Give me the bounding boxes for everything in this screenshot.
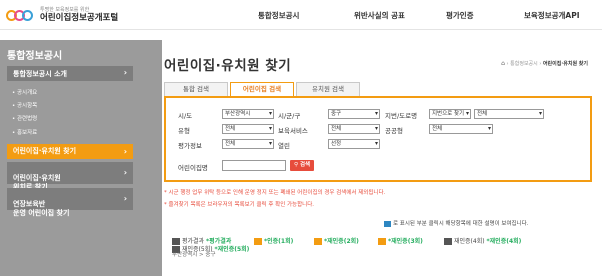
type-select[interactable]: 전체 ▾ xyxy=(222,124,274,134)
tab-kindergarten[interactable]: 유치원 검색 xyxy=(296,82,360,96)
badge-icon xyxy=(378,238,386,245)
badge-icon xyxy=(254,238,262,245)
chevron-right-icon: › xyxy=(123,194,127,203)
chevron-down-icon: ▾ xyxy=(538,110,542,117)
tab-integrated[interactable]: 통합 검색 xyxy=(164,82,228,96)
notice-excluded: * 시군 행정 업무 위탁 등으로 인해 운영 정지 또는 폐쇄된 어린이집의 … xyxy=(164,190,386,196)
legend-cert-2: *재인증(2회) xyxy=(314,236,359,245)
chevron-down-icon: ▾ xyxy=(465,110,469,117)
sido-select[interactable]: 부산광역시 ▾ xyxy=(222,109,274,119)
public-select[interactable]: 전체 ▾ xyxy=(429,124,493,134)
sidebar-title: 통합정보공시 xyxy=(7,51,63,62)
name-input[interactable] xyxy=(222,160,286,171)
sido-label: 시/도 xyxy=(178,112,193,120)
legend-cert-1: *인증(1회) xyxy=(254,236,293,245)
sidebar-main-item[interactable]: 통합정보공시 소개 › xyxy=(7,66,133,81)
sidebar-sub-laws[interactable]: • 관련법령 xyxy=(12,114,37,122)
global-nav: 통합정보공시 위반사실의 공표 평가인증 보육정보공개API xyxy=(0,10,602,22)
legend-hint: 로 표시된 부분 클릭시 해당항목에 대한 설명이 보여집니다. xyxy=(384,219,528,227)
sidebar-item-label: 어린이집·유치원 찾기 xyxy=(13,147,77,155)
info-marker-icon xyxy=(384,220,391,227)
sidebar-item-extended-care[interactable]: 연장보육반 운영 어린이집 찾기 › xyxy=(7,188,133,217)
notice-favorites: * 즐겨찾기 목록은 브라우저의 목록보기 클릭 후 확인 가능합니다. xyxy=(164,202,315,208)
nav-public-info[interactable]: 통합정보공시 xyxy=(258,10,299,21)
chevron-down-icon: ▾ xyxy=(374,125,378,132)
sidebar: 통합정보공시 통합정보공시 소개 › • 공시개요 • 공시항목 • 관련법령 … xyxy=(0,40,162,276)
chevron-down-icon: ▾ xyxy=(374,110,378,117)
nav-violation[interactable]: 위반사실의 공표 xyxy=(354,10,405,21)
road-detail-select[interactable]: 전체 ▾ xyxy=(474,109,544,119)
sigungu-select[interactable]: 중구 ▾ xyxy=(328,109,380,119)
chevron-down-icon: ▾ xyxy=(487,125,491,132)
sidebar-sub-promo[interactable]: • 홍보자료 xyxy=(12,128,37,136)
type-label: 유형 xyxy=(178,127,190,135)
chevron-down-icon: ▾ xyxy=(268,110,272,117)
eval-label: 평가정보 xyxy=(178,142,202,150)
eval-select[interactable]: 전체 ▾ xyxy=(222,139,274,149)
breadcrumb-item[interactable]: 통합정보공시 xyxy=(510,61,538,67)
chevron-down-icon: ▾ xyxy=(268,125,272,132)
sigungu-label: 시/군/구 xyxy=(278,112,301,120)
chevron-right-icon: › xyxy=(123,68,127,77)
open-select[interactable]: 선정 ▾ xyxy=(328,139,380,149)
chevron-down-icon: ▾ xyxy=(374,140,378,147)
chevron-down-icon: ▾ xyxy=(268,140,272,147)
sidebar-item-find[interactable]: 어린이집·유치원 찾기 › xyxy=(7,144,133,159)
tab-daycare[interactable]: 어린이집 검색 xyxy=(230,82,294,97)
sidebar-item-label: 연장보육반 운영 어린이집 찾기 xyxy=(13,200,70,217)
page-title: 어린이집·유치원 찾기 xyxy=(164,58,292,74)
chevron-right-icon: › xyxy=(123,146,127,156)
service-label: 보육서비스 xyxy=(278,127,308,135)
search-button[interactable]: ⚲ 검색 xyxy=(290,160,315,171)
sidebar-main-label: 통합정보공시 소개 xyxy=(13,70,67,78)
nav-accreditation[interactable]: 평가인증 xyxy=(446,10,474,21)
road-type-select[interactable]: 지번으로 찾기 ▾ xyxy=(429,109,471,119)
name-label: 어린이집명 xyxy=(178,164,208,172)
search-button-label: 검색 xyxy=(299,162,311,168)
search-icon: ⚲ xyxy=(294,162,299,168)
nav-open-api[interactable]: 보육정보공개API xyxy=(524,10,580,21)
badge-icon xyxy=(444,238,452,245)
legend-cert-4: 재인증(4회) *재인증(4회) xyxy=(444,236,521,245)
breadcrumb: ⌂ › 통합정보공시 › 어린이집·유치원 찾기 xyxy=(501,60,588,67)
search-tabs: 통합 검색 어린이집 검색 유치원 검색 xyxy=(164,82,362,97)
open-label: 열린 xyxy=(278,142,290,150)
sidebar-sub-items[interactable]: • 공시항목 xyxy=(12,101,37,109)
site-header: 투명한 보육정보를 위한 어린이집정보공개포털 통합정보공시 위반사실의 공표 … xyxy=(0,0,602,30)
home-icon[interactable]: ⌂ xyxy=(501,60,505,67)
public-label: 공공형 xyxy=(385,127,403,135)
legend-cert-3: *재인증(3회) xyxy=(378,236,423,245)
sidebar-item-find-location[interactable]: 어린이집·유치원 위치로 찾기 › xyxy=(7,162,133,191)
breadcrumb-current: 어린이집·유치원 찾기 xyxy=(542,61,588,67)
chevron-right-icon: › xyxy=(123,168,127,177)
search-form: 시/도 부산광역시 ▾ 시/군/구 중구 ▾ 지번/도로명 지번으로 찾기 ▾ 전체 ▾… xyxy=(164,96,592,182)
service-select[interactable]: 전체 ▾ xyxy=(328,124,380,134)
road-label: 지번/도로명 xyxy=(385,112,418,120)
result-location: 부산광역시 > 중구 xyxy=(172,252,216,258)
sidebar-sub-overview[interactable]: • 공시개요 xyxy=(12,88,37,96)
badge-icon xyxy=(314,238,322,245)
